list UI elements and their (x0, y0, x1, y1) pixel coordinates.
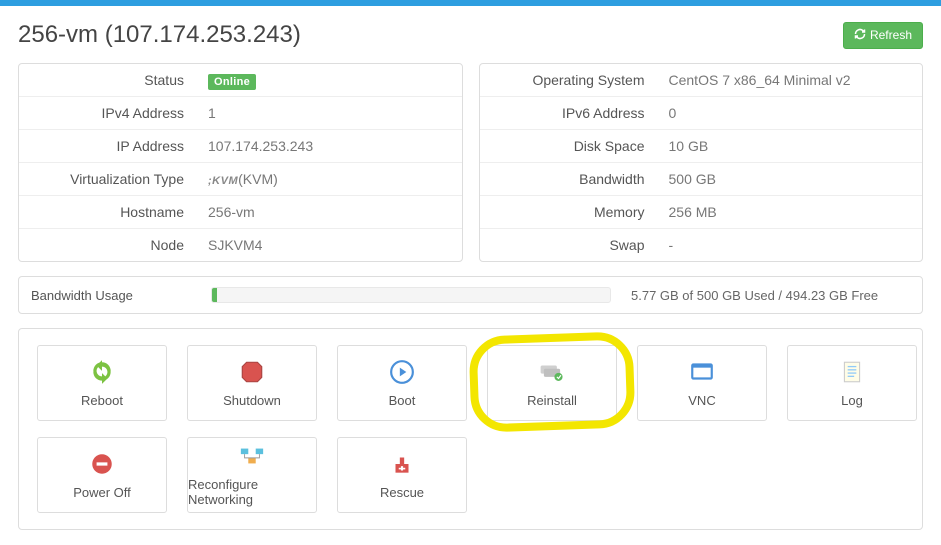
log-label: Log (841, 393, 863, 408)
shutdown-icon (239, 359, 265, 385)
left-value: ;KVM(KVM) (196, 163, 462, 196)
rescue-button[interactable]: Rescue (337, 437, 467, 513)
rescue-icon (389, 451, 415, 477)
poweroff-button[interactable]: Power Off (37, 437, 167, 513)
right-label: Memory (480, 196, 657, 229)
left-value: 256-vm (196, 196, 462, 229)
right-value: 0 (657, 97, 923, 130)
right-label: Bandwidth (480, 163, 657, 196)
actions-panel: Reboot Shutdown Boot Reinstall VNC Log Power … (18, 328, 923, 530)
right-value: CentOS 7 x86_64 Minimal v2 (657, 64, 923, 97)
bandwidth-progress (211, 287, 611, 303)
reconfigure-networking-label: Reconfigure Networking (188, 477, 316, 507)
refresh-button[interactable]: Refresh (843, 22, 923, 49)
left-value: 107.174.253.243 (196, 130, 462, 163)
right-value: 256 MB (657, 196, 923, 229)
left-row-5: NodeSJKVM4 (19, 229, 462, 262)
bandwidth-text: 5.77 GB of 500 GB Used / 494.23 GB Free (631, 288, 878, 303)
right-row-4: Memory256 MB (480, 196, 923, 229)
right-row-2: Disk Space10 GB (480, 130, 923, 163)
reboot-icon (89, 359, 115, 385)
left-label: Node (19, 229, 196, 262)
refresh-label: Refresh (870, 28, 912, 42)
right-label: Swap (480, 229, 657, 262)
right-row-0: Operating SystemCentOS 7 x86_64 Minimal … (480, 64, 923, 97)
right-value: 500 GB (657, 163, 923, 196)
left-info-panel: Status Online IPv4 Address1IP Address107.1… (18, 63, 463, 262)
poweroff-icon (89, 451, 115, 477)
reboot-button[interactable]: Reboot (37, 345, 167, 421)
left-row-3: Virtualization Type;KVM(KVM) (19, 163, 462, 196)
left-label: IP Address (19, 130, 196, 163)
right-row-5: Swap- (480, 229, 923, 262)
right-label: IPv6 Address (480, 97, 657, 130)
reboot-label: Reboot (81, 393, 123, 408)
left-row-1: IPv4 Address1 (19, 97, 462, 130)
right-info-panel: Operating SystemCentOS 7 x86_64 Minimal … (479, 63, 924, 262)
bandwidth-progress-bar (212, 288, 217, 302)
kvm-logo-icon: ;KVM (208, 175, 238, 187)
log-icon (839, 359, 865, 385)
shutdown-button[interactable]: Shutdown (187, 345, 317, 421)
reinstall-label: Reinstall (527, 393, 577, 408)
left-label: IPv4 Address (19, 97, 196, 130)
left-value: Online (196, 64, 462, 97)
reinstall-button[interactable]: Reinstall (487, 345, 617, 421)
left-row-4: Hostname256-vm (19, 196, 462, 229)
left-row-2: IP Address107.174.253.243 (19, 130, 462, 163)
boot-button[interactable]: Boot (337, 345, 467, 421)
vnc-label: VNC (688, 393, 715, 408)
bandwidth-panel: Bandwidth Usage 5.77 GB of 500 GB Used /… (18, 276, 923, 314)
reinstall-icon (539, 359, 565, 385)
shutdown-label: Shutdown (223, 393, 281, 408)
status-badge: Online (208, 74, 256, 90)
log-button[interactable]: Log (787, 345, 917, 421)
boot-icon (389, 359, 415, 385)
right-value: - (657, 229, 923, 262)
right-value: 10 GB (657, 130, 923, 163)
bandwidth-label: Bandwidth Usage (31, 288, 191, 303)
left-row-0: Status Online (19, 64, 462, 97)
reconfigure-networking-icon (239, 443, 265, 469)
vnc-button[interactable]: VNC (637, 345, 767, 421)
page-title: 256-vm (107.174.253.243) (18, 21, 301, 49)
right-row-1: IPv6 Address0 (480, 97, 923, 130)
left-label: Status (19, 64, 196, 97)
right-row-3: Bandwidth500 GB (480, 163, 923, 196)
vnc-icon (689, 359, 715, 385)
left-value: SJKVM4 (196, 229, 462, 262)
right-label: Disk Space (480, 130, 657, 163)
boot-label: Boot (389, 393, 416, 408)
refresh-icon (854, 28, 866, 43)
rescue-label: Rescue (380, 485, 424, 500)
left-value: 1 (196, 97, 462, 130)
right-label: Operating System (480, 64, 657, 97)
poweroff-label: Power Off (73, 485, 131, 500)
reconfigure-networking-button[interactable]: Reconfigure Networking (187, 437, 317, 513)
left-label: Hostname (19, 196, 196, 229)
left-label: Virtualization Type (19, 163, 196, 196)
